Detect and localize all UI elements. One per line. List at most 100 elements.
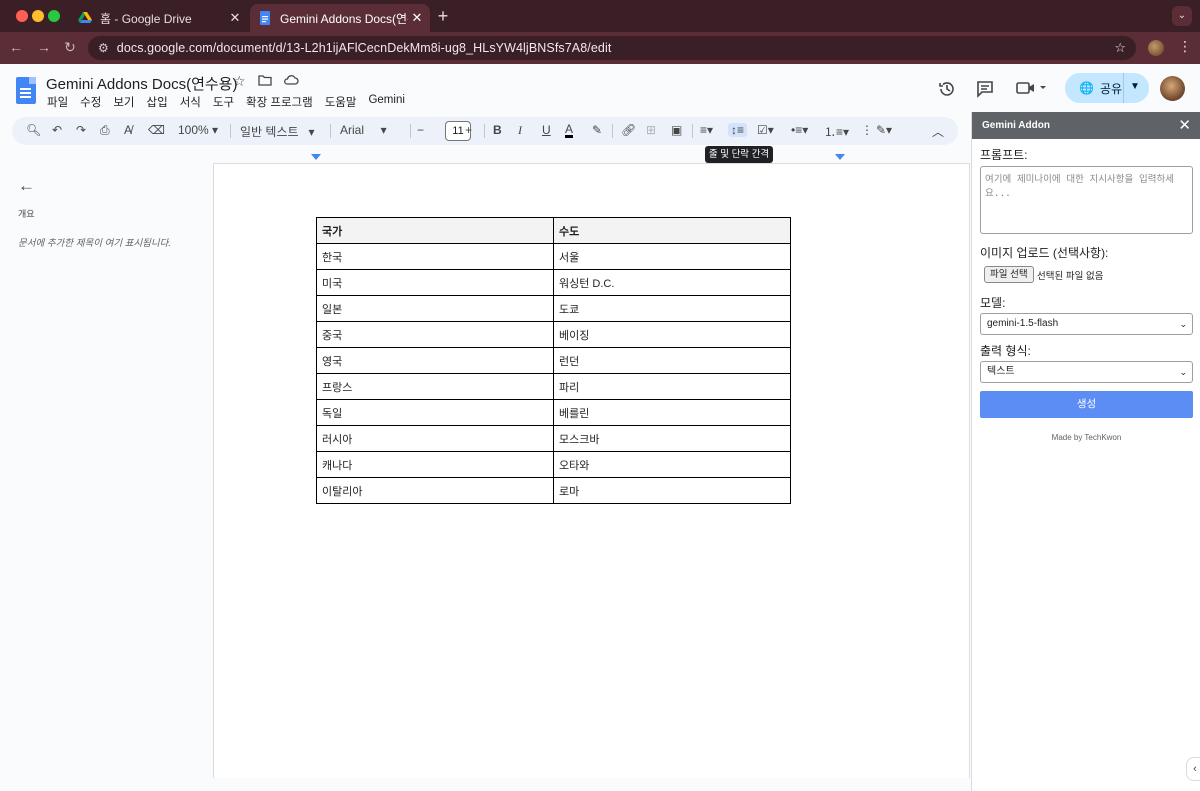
browser-menu-icon[interactable]: ⋮ bbox=[1178, 38, 1192, 55]
print-icon[interactable]: ⎙ bbox=[100, 123, 110, 138]
share-dropdown-icon[interactable]: ▼ bbox=[1130, 81, 1140, 92]
undo-icon[interactable]: ↶ bbox=[52, 123, 62, 137]
table-cell[interactable]: 이탈리아 bbox=[316, 477, 554, 504]
insert-link-icon[interactable]: 🔗︎ bbox=[621, 123, 636, 137]
table-cell[interactable]: 미국 bbox=[316, 269, 554, 296]
close-outline-arrow-icon[interactable]: ← bbox=[18, 176, 35, 196]
insert-image-icon[interactable]: ▣ bbox=[671, 123, 682, 137]
table-cell[interactable]: 베이징 bbox=[553, 321, 791, 348]
table-cell[interactable]: 한국 bbox=[316, 243, 554, 270]
tab-search-chevron-icon[interactable]: ⌄ bbox=[1172, 6, 1192, 26]
version-history-icon[interactable] bbox=[938, 80, 956, 103]
table-cell[interactable]: 서울 bbox=[553, 243, 791, 270]
generate-button[interactable]: 생성 bbox=[980, 391, 1193, 418]
numbered-list-icon[interactable]: ⒈≡▾ bbox=[824, 123, 849, 140]
more-options-icon[interactable]: ⋮ bbox=[861, 123, 873, 137]
bulleted-list-icon[interactable]: •≡▾ bbox=[791, 123, 808, 137]
checklist-icon[interactable]: ☑▾ bbox=[757, 123, 774, 137]
table-cell[interactable]: 파리 bbox=[553, 373, 791, 400]
spellcheck-icon[interactable]: A̸ bbox=[124, 123, 132, 137]
table-cell[interactable]: 일본 bbox=[316, 295, 554, 322]
table-cell[interactable]: 로마 bbox=[553, 477, 791, 504]
table-cell[interactable]: 워싱턴 D.C. bbox=[553, 269, 791, 296]
font-select[interactable]: Arial ▾ bbox=[340, 123, 402, 137]
right-indent-marker[interactable] bbox=[835, 154, 845, 160]
redo-icon[interactable]: ↷ bbox=[76, 123, 86, 137]
table-cell[interactable]: 영국 bbox=[316, 347, 554, 374]
increase-font-size-icon[interactable]: + bbox=[465, 123, 472, 137]
output-format-select[interactable]: 텍스트 ⌄ bbox=[980, 361, 1193, 383]
tab-close-icon[interactable]: ✕ bbox=[226, 10, 244, 26]
site-settings-icon[interactable]: ⚙ bbox=[98, 41, 109, 55]
model-select[interactable]: gemini-1.5-flash ⌄ bbox=[980, 313, 1193, 335]
tab-google-drive[interactable]: 홈 - Google Drive ✕ bbox=[70, 4, 248, 32]
choose-file-button[interactable]: 파일 선택 bbox=[984, 266, 1034, 283]
share-button[interactable]: 🌐 공유 ▼ bbox=[1065, 73, 1149, 103]
comments-icon[interactable] bbox=[976, 80, 994, 103]
table-cell[interactable]: 캐나다 bbox=[316, 451, 554, 478]
docs-home-logo-icon[interactable] bbox=[16, 77, 36, 104]
window-zoom-button[interactable] bbox=[48, 10, 60, 22]
table-cell[interactable]: 베를린 bbox=[553, 399, 791, 426]
window-minimize-button[interactable] bbox=[32, 10, 44, 22]
back-arrow-icon[interactable]: ← bbox=[8, 39, 24, 55]
move-folder-icon[interactable] bbox=[258, 73, 272, 89]
cloud-saved-icon[interactable] bbox=[283, 73, 299, 89]
menu-tools[interactable]: 도구 bbox=[213, 94, 234, 110]
prompt-textarea[interactable] bbox=[980, 166, 1193, 234]
table-cell[interactable]: 오타와 bbox=[553, 451, 791, 478]
document-page[interactable]: 국가 수도 한국 서울 미국 워싱턴 D.C. 일본 도쿄 중국 베이징 영국 런던 프랑… bbox=[213, 164, 970, 778]
forward-arrow-icon[interactable]: → bbox=[36, 39, 52, 55]
style-select[interactable]: 일반 텍스트 ▾ bbox=[240, 123, 320, 140]
browser-profile-avatar[interactable] bbox=[1148, 40, 1164, 56]
add-comment-icon[interactable]: ⊞ bbox=[646, 123, 656, 137]
bookmark-star-icon[interactable]: ☆ bbox=[1114, 40, 1126, 56]
menu-help[interactable]: 도움말 bbox=[325, 94, 357, 110]
search-menus-icon[interactable]: 🔍︎ bbox=[26, 123, 41, 137]
header-cell-capital[interactable]: 수도 bbox=[553, 217, 791, 244]
table-cell[interactable]: 중국 bbox=[316, 321, 554, 348]
menu-file[interactable]: 파일 bbox=[47, 94, 68, 110]
collapse-toolbar-icon[interactable]: ︿ bbox=[932, 123, 944, 140]
expand-side-panel-chevron-icon[interactable]: ‹ bbox=[1186, 757, 1200, 781]
table-row: 한국 서울 bbox=[316, 243, 791, 270]
menu-view[interactable]: 보기 bbox=[113, 94, 134, 110]
table-cell[interactable]: 프랑스 bbox=[316, 373, 554, 400]
table-cell[interactable]: 런던 bbox=[553, 347, 791, 374]
menu-edit[interactable]: 수정 bbox=[80, 94, 101, 110]
menu-gemini[interactable]: Gemini bbox=[368, 94, 404, 110]
bold-icon[interactable]: B bbox=[493, 123, 502, 137]
zoom-select[interactable]: 100% ▾ bbox=[174, 123, 222, 137]
tab-close-icon[interactable]: ✕ bbox=[408, 10, 426, 26]
menu-format[interactable]: 서식 bbox=[180, 94, 201, 110]
star-icon[interactable]: ☆ bbox=[233, 73, 246, 90]
table-row: 프랑스 파리 bbox=[316, 373, 791, 400]
new-tab-plus-icon[interactable]: + bbox=[434, 6, 452, 27]
highlight-color-icon[interactable]: ✎ bbox=[592, 123, 602, 137]
text-color-icon[interactable]: A bbox=[565, 123, 574, 138]
menu-insert[interactable]: 삽입 bbox=[147, 94, 168, 110]
menu-extensions[interactable]: 확장 프로그램 bbox=[246, 94, 313, 110]
table-cell[interactable]: 독일 bbox=[316, 399, 554, 426]
paint-format-icon[interactable]: ⌫ bbox=[148, 123, 165, 137]
meet-video-icon[interactable] bbox=[1016, 80, 1048, 101]
close-icon[interactable]: ✕ bbox=[1178, 112, 1191, 139]
underline-icon[interactable]: U bbox=[542, 123, 551, 137]
italic-icon[interactable]: I bbox=[518, 123, 522, 138]
reload-icon[interactable]: ↻ bbox=[62, 39, 78, 56]
header-cell-country[interactable]: 국가 bbox=[316, 217, 554, 244]
url-omnibox[interactable]: ⚙ docs.google.com/document/d/13-L2h1ijAF… bbox=[88, 36, 1136, 60]
table-cell[interactable]: 러시아 bbox=[316, 425, 554, 452]
table-cell[interactable]: 모스크바 bbox=[553, 425, 791, 452]
tab-gemini-addons-docs[interactable]: Gemini Addons Docs(연수용) ✕ bbox=[250, 4, 430, 32]
table-cell[interactable]: 도쿄 bbox=[553, 295, 791, 322]
document-title[interactable]: Gemini Addons Docs(연수용) bbox=[46, 73, 237, 94]
decrease-font-size-icon[interactable]: − bbox=[417, 123, 424, 137]
align-icon[interactable]: ≡▾ bbox=[700, 123, 713, 137]
account-avatar[interactable] bbox=[1160, 76, 1185, 101]
left-indent-marker[interactable] bbox=[311, 154, 321, 160]
capitals-table[interactable]: 국가 수도 한국 서울 미국 워싱턴 D.C. 일본 도쿄 중국 베이징 영국 런던 프랑… bbox=[316, 217, 791, 504]
window-close-button[interactable] bbox=[16, 10, 28, 22]
editing-mode-icon[interactable]: ✎▾ bbox=[876, 123, 892, 137]
line-spacing-icon[interactable]: ↕≡ bbox=[728, 123, 748, 137]
